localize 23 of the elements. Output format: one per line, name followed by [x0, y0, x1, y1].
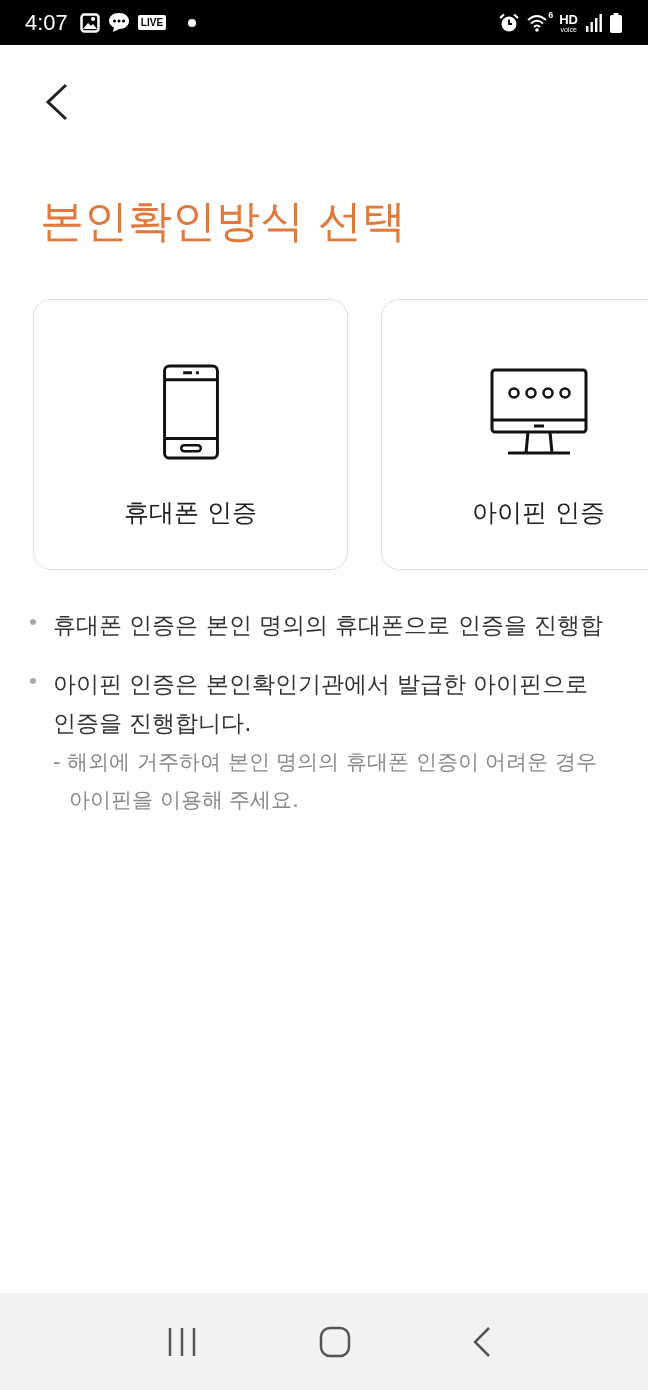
page-title: 본인확인방식 선택 — [40, 199, 407, 243]
alarm-icon — [499, 12, 520, 33]
hd-label: HD — [559, 12, 578, 26]
note-text: 아이핀 인증은 본인확인기관에서 발급한 아이핀으로 인증을 진행합니다. — [53, 670, 590, 738]
note-text: 휴대폰 인증은 본인 명의의 휴대폰으로 인증을 진행합 — [53, 611, 604, 640]
back-button[interactable] — [45, 83, 69, 121]
home-icon[interactable] — [319, 1325, 351, 1358]
bullet-icon — [30, 678, 36, 684]
bullet-icon — [30, 619, 36, 625]
clock-time: 4:07 — [25, 9, 68, 36]
signal-icon — [586, 13, 602, 32]
image-icon — [79, 12, 100, 33]
smartphone-icon — [161, 364, 220, 460]
note-detail: - 해외에 거주하여 본인 명의의 휴대폰 인증이 어려운 경우 아이핀을 이용해 주세요. — [53, 749, 598, 814]
chat-icon — [107, 12, 130, 33]
battery-icon — [610, 12, 622, 33]
option-card[interactable]: 아이핀 인증 — [381, 299, 648, 570]
back-icon[interactable] — [472, 1325, 493, 1358]
wifi-number-label: 6 — [548, 9, 554, 20]
notification-dot-icon — [188, 18, 197, 27]
option-card[interactable]: 휴대폰 인증 — [33, 299, 348, 570]
live-badge: LIVE — [137, 15, 167, 30]
wifi-icon — [527, 13, 548, 32]
